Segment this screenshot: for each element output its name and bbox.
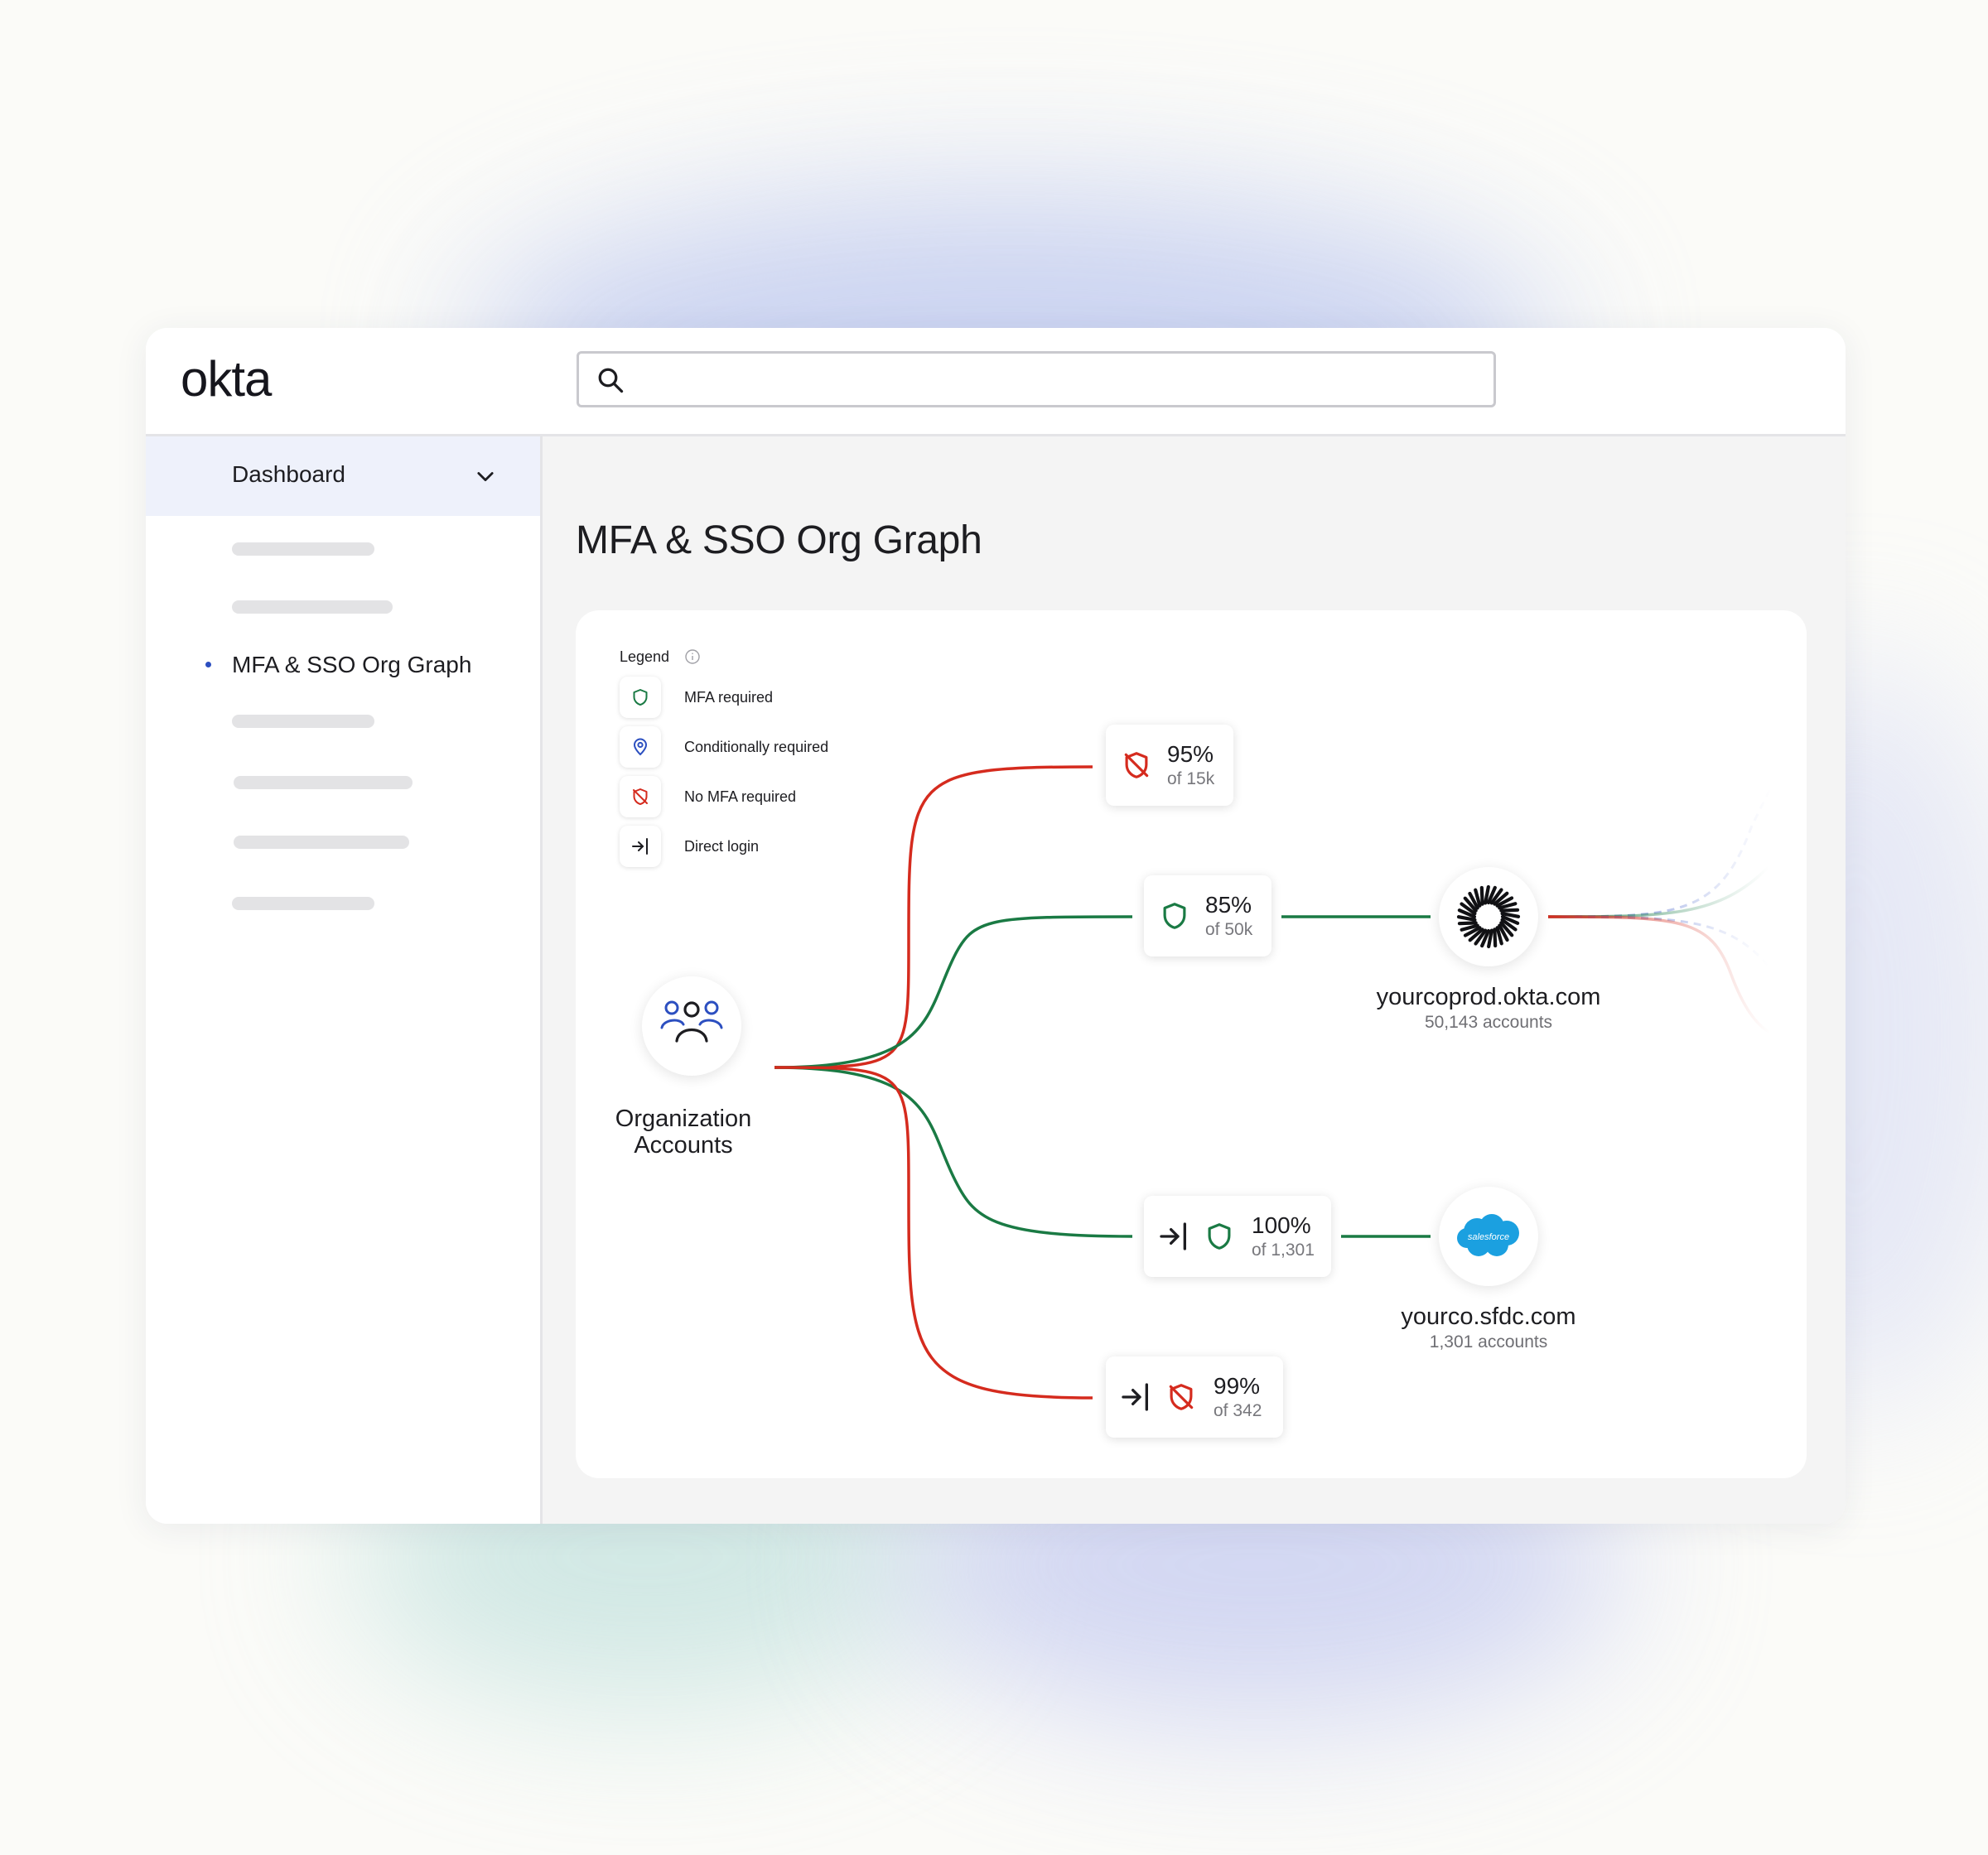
stat-total: of 15k [1167, 769, 1215, 788]
okta-app-accounts: 50,143 accounts [1424, 1013, 1553, 1032]
salesforce-logo-text: salesforce [1468, 1232, 1509, 1242]
shield-off-icon [633, 788, 648, 805]
sidebar: Dashboard MFA & SSO Org Graph [146, 436, 543, 1524]
sidebar-item-placeholder[interactable] [232, 600, 393, 614]
stat-total: of 1,301 [1252, 1241, 1315, 1260]
okta-sunburst-icon [1456, 884, 1521, 949]
sidebar-item-placeholder[interactable] [234, 776, 413, 789]
legend-swatch [620, 776, 661, 817]
location-pin-icon [633, 738, 648, 756]
sidebar-item-label: Dashboard [232, 461, 345, 487]
okta-logo[interactable]: okta [181, 344, 272, 414]
okta-app-name: yourcoprod.okta.com [1376, 984, 1601, 1010]
organization-accounts-label: Organization Accounts [615, 1106, 752, 1159]
salesforce-app-node[interactable]: salesforce [1439, 1187, 1538, 1286]
search-icon [598, 368, 624, 393]
stat-card-95[interactable]: 95% of 15k [1106, 725, 1233, 806]
okta-app-node[interactable] [1439, 867, 1538, 966]
sidebar-item-dashboard[interactable]: Dashboard [146, 436, 540, 516]
main-content: MFA & SSO Org Graph Legend MFA required … [543, 436, 1846, 1524]
active-indicator [205, 662, 211, 667]
legend-swatch [620, 826, 661, 867]
direct-login-icon [632, 838, 648, 855]
salesforce-app-accounts: 1,301 accounts [1429, 1332, 1548, 1352]
org-graph-card: Legend MFA required Conditionally requir… [576, 610, 1807, 1478]
chevron-down-icon [477, 472, 494, 482]
salesforce-cloud-icon: salesforce [1457, 1214, 1519, 1256]
shield-check-icon [1163, 903, 1186, 929]
stat-card-100[interactable]: 100% of 1,301 [1144, 1196, 1331, 1277]
stat-total: of 50k [1205, 920, 1253, 939]
direct-login-icon [1122, 1383, 1148, 1411]
app-window: okta Dashboard MFA & SSO Org Graph MFA &… [146, 328, 1846, 1524]
legend-label: MFA required [684, 689, 774, 706]
legend-label: Conditionally required [684, 739, 829, 755]
flow-fan-green [1547, 865, 1770, 918]
organization-accounts-node[interactable] [642, 976, 741, 1076]
sunburst-ray [1493, 928, 1498, 948]
search-box[interactable] [577, 351, 1496, 407]
sunburst-ray [1499, 908, 1520, 913]
sidebar-item-mfa-sso-org-graph[interactable]: MFA & SSO Org Graph [232, 652, 471, 678]
legend-title: Legend [620, 648, 670, 665]
shield-off-icon [1124, 752, 1149, 778]
search-input[interactable] [642, 359, 1482, 402]
stat-card-99[interactable]: 99% of 342 [1106, 1356, 1283, 1438]
stat-percent: 100% [1252, 1212, 1311, 1238]
sidebar-item-placeholder[interactable] [232, 715, 374, 728]
info-icon[interactable] [684, 648, 701, 665]
top-bar: okta [146, 328, 1846, 436]
legend-label: Direct login [684, 838, 760, 855]
sunburst-ray [1479, 885, 1484, 906]
legend-swatch [620, 726, 661, 768]
stat-percent: 95% [1167, 741, 1214, 767]
direct-login-icon [1160, 1222, 1186, 1250]
stat-total: of 342 [1214, 1401, 1262, 1420]
stat-percent: 99% [1214, 1373, 1261, 1399]
shield-check-icon [633, 689, 648, 706]
flow-fan-blue-down [1547, 915, 1770, 967]
flow-line-mfa-50k [774, 915, 1133, 1069]
shield-off-icon [1169, 1384, 1194, 1410]
flow-fan-blue-up [1547, 783, 1774, 918]
stat-percent: 85% [1205, 892, 1252, 918]
sidebar-item-placeholder[interactable] [234, 836, 409, 849]
legend-label: No MFA required [684, 788, 797, 805]
sidebar-item-placeholder[interactable] [232, 542, 374, 556]
salesforce-app-name: yourco.sfdc.com [1401, 1303, 1576, 1330]
sidebar-item-placeholder[interactable] [232, 897, 374, 910]
stat-card-85[interactable]: 85% of 50k [1144, 875, 1271, 956]
shield-check-icon [1208, 1223, 1231, 1250]
users-group-icon [660, 1000, 723, 1043]
legend-swatch [620, 677, 661, 718]
page-title: MFA & SSO Org Graph [576, 518, 982, 562]
flow-line-mfa-1301 [774, 1066, 1133, 1238]
